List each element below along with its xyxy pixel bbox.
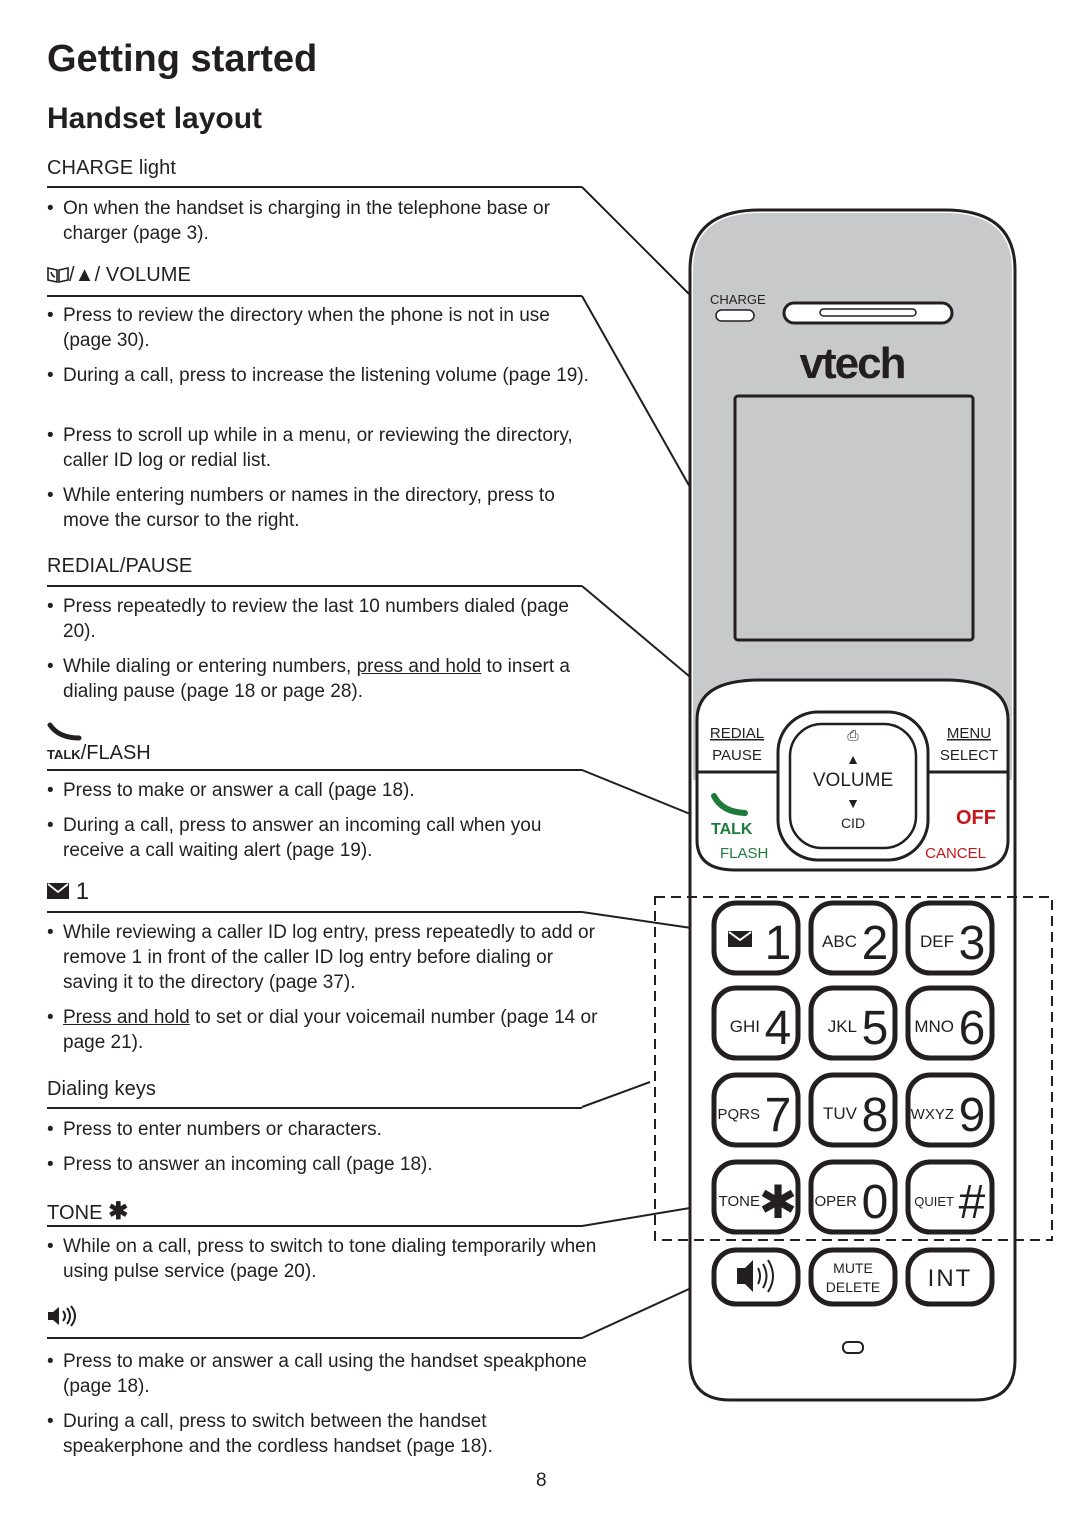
speaker-key[interactable] (711, 1247, 801, 1307)
key-8[interactable]: TUV 8 (808, 1072, 898, 1148)
cid-label: CID (841, 815, 865, 831)
key-digit: 8 (862, 1089, 889, 1142)
key-digit: 5 (862, 1002, 889, 1055)
key-digit: ✱ (759, 1176, 798, 1228)
charge-light (715, 309, 755, 322)
key-letters: GHI (730, 1017, 760, 1036)
key-digit: 6 (959, 1002, 986, 1055)
key-letters: TUV (823, 1104, 858, 1123)
talk-label: TALK (711, 821, 753, 838)
brand-logo: vtech (800, 339, 905, 388)
svg-text:INT: INT (928, 1265, 973, 1292)
nav-down-icon: ▼ (846, 795, 860, 811)
pause-label: PAUSE (712, 747, 762, 764)
key-digit: # (959, 1176, 986, 1229)
key-#[interactable]: QUIET # (905, 1159, 995, 1235)
key-5[interactable]: JKL 5 (808, 985, 898, 1061)
key-7[interactable]: PQRS 7 (711, 1072, 801, 1148)
handset-illustration: CHARGE vtech REDIAL PAUSE MENU SELECT ⎙ … (581, 186, 1053, 1402)
directory-icon: ⎙ (847, 727, 858, 743)
flash-label: FLASH (720, 845, 768, 862)
charge-label: CHARGE (710, 292, 766, 307)
svg-text:MUTE: MUTE (833, 1260, 873, 1276)
mute-delete-key[interactable] (808, 1247, 898, 1307)
key-letters: WXYZ (911, 1106, 954, 1123)
display-screen (733, 394, 975, 642)
select-label: SELECT (940, 747, 998, 764)
key-letters: PQRS (717, 1106, 760, 1123)
key-letters: JKL (828, 1017, 857, 1036)
key-letters: OPER (814, 1193, 857, 1210)
key-1[interactable]: 1 (711, 900, 801, 976)
key-0[interactable]: OPER 0 (808, 1159, 898, 1235)
key-letters: MNO (914, 1017, 954, 1036)
microphone (842, 1341, 864, 1354)
key-2[interactable]: ABC 2 (808, 900, 898, 976)
key-digit: 1 (765, 917, 792, 970)
menu-label: MENU (947, 725, 991, 742)
key-digit: 7 (765, 1089, 792, 1142)
key-9[interactable]: WXYZ 9 (905, 1072, 995, 1148)
key-digit: 9 (959, 1089, 986, 1142)
key-digit: 2 (862, 917, 889, 970)
key-letters: TONE (719, 1193, 760, 1210)
key-6[interactable]: MNO 6 (905, 985, 995, 1061)
key-*[interactable]: TONE✱ (711, 1159, 801, 1235)
key-3[interactable]: DEF 3 (905, 900, 995, 976)
key-digit: 0 (862, 1176, 889, 1229)
key-letters: QUIET (914, 1194, 954, 1209)
key-digit: 3 (959, 917, 986, 970)
key-digit: 4 (765, 1002, 792, 1055)
nav-up-icon: ▲ (846, 751, 860, 767)
volume-label: VOLUME (813, 770, 893, 791)
key-letters: DEF (920, 932, 954, 951)
key-letters: ABC (822, 932, 857, 951)
key-4[interactable]: GHI 4 (711, 985, 801, 1061)
cancel-label: CANCEL (925, 845, 986, 862)
svg-text:DELETE: DELETE (826, 1279, 880, 1295)
off-label: OFF (956, 807, 996, 829)
redial-label: REDIAL (710, 725, 764, 742)
